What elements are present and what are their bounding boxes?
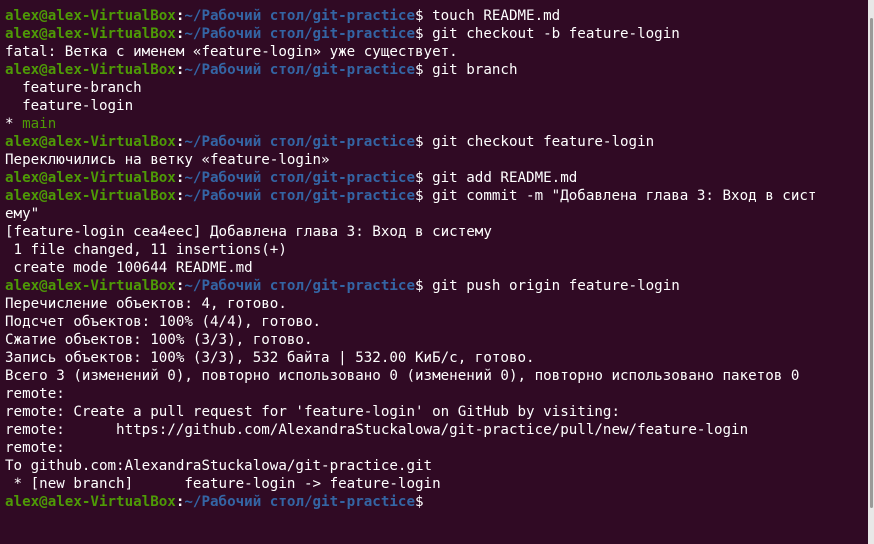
prompt-line: alex@alex-VirtualBox:~/Рабочий стол/git-…: [5, 187, 868, 205]
scrollbar-thumb[interactable]: [870, 18, 873, 508]
output-line: * [new branch] feature-login -> feature-…: [5, 476, 441, 492]
prompt-path: ~/Рабочий стол/git-practice: [184, 8, 416, 24]
output-line: Запись объектов: 100% (3/3), 532 байта |…: [5, 350, 535, 366]
command-text: git push origin feature-login: [423, 278, 680, 294]
command-text: git add README.md: [423, 170, 578, 186]
output-line: 1 file changed, 11 insertions(+): [5, 242, 287, 258]
prompt-symbol: $: [415, 170, 424, 186]
prompt-symbol: $: [415, 62, 424, 78]
prompt-symbol: $: [415, 188, 424, 204]
output-line: Переключились на ветку «feature-login»: [5, 152, 330, 168]
prompt-path: ~/Рабочий стол/git-practice: [184, 494, 416, 510]
output-line: remote:: [5, 440, 65, 456]
output-line: remote:: [5, 386, 65, 402]
output-line: remote: https://github.com/AlexandraStuc…: [5, 422, 749, 438]
prompt-user: alex@alex-VirtualBox: [5, 494, 176, 510]
prompt-line: alex@alex-VirtualBox:~/Рабочий стол/git-…: [5, 493, 868, 511]
current-branch-marker: *: [5, 116, 23, 132]
prompt-path: ~/Рабочий стол/git-practice: [184, 188, 416, 204]
output-line: create mode 100644 README.md: [5, 260, 253, 276]
command-text: git commit -m "Добавлена глава 3: Вход в…: [423, 188, 817, 204]
terminal-output: alex@alex-VirtualBox:~/Рабочий стол/git-…: [5, 7, 868, 511]
prompt-path: ~/Рабочий стол/git-practice: [184, 62, 416, 78]
prompt-user: alex@alex-VirtualBox: [5, 134, 176, 150]
prompt-path: ~/Рабочий стол/git-practice: [184, 278, 416, 294]
output-line: [feature-login cea4eec] Добавлена глава …: [5, 224, 492, 240]
output-line: feature-login: [5, 98, 134, 114]
prompt-symbol: $: [415, 26, 424, 42]
prompt-user: alex@alex-VirtualBox: [5, 170, 176, 186]
prompt-line: alex@alex-VirtualBox:~/Рабочий стол/git-…: [5, 61, 868, 79]
prompt-line: alex@alex-VirtualBox:~/Рабочий стол/git-…: [5, 169, 868, 187]
prompt-symbol: $: [415, 8, 424, 24]
prompt-line: alex@alex-VirtualBox:~/Рабочий стол/git-…: [5, 277, 868, 295]
output-line: feature-branch: [5, 80, 142, 96]
command-text: git branch: [423, 62, 518, 78]
prompt-path: ~/Рабочий стол/git-practice: [184, 170, 416, 186]
prompt-user: alex@alex-VirtualBox: [5, 188, 176, 204]
command-text: git checkout -b feature-login: [423, 26, 680, 42]
terminal-window[interactable]: alex@alex-VirtualBox:~/Рабочий стол/git-…: [0, 0, 868, 544]
output-line: Всего 3 (изменений 0), повторно использо…: [5, 368, 800, 384]
command-text: git checkout feature-login: [423, 134, 655, 150]
current-branch-line: * main: [5, 115, 868, 133]
output-line: ему": [5, 206, 40, 222]
output-line: Перечисление объектов: 4, готово.: [5, 296, 287, 312]
prompt-line: alex@alex-VirtualBox:~/Рабочий стол/git-…: [5, 25, 868, 43]
prompt-line: alex@alex-VirtualBox:~/Рабочий стол/git-…: [5, 133, 868, 151]
output-line: fatal: Ветка с именем «feature-login» уж…: [5, 44, 458, 60]
prompt-user: alex@alex-VirtualBox: [5, 62, 176, 78]
current-branch-name: main: [22, 116, 57, 132]
prompt-user: alex@alex-VirtualBox: [5, 26, 176, 42]
output-line: To github.com:AlexandraStuckalowa/git-pr…: [5, 458, 433, 474]
prompt-symbol: $: [415, 278, 424, 294]
output-line: Подсчет объектов: 100% (4/4), готово.: [5, 314, 322, 330]
prompt-path: ~/Рабочий стол/git-practice: [184, 134, 416, 150]
prompt-line: alex@alex-VirtualBox:~/Рабочий стол/git-…: [5, 7, 868, 25]
output-line: remote: Create a pull request for 'featu…: [5, 404, 620, 420]
prompt-user: alex@alex-VirtualBox: [5, 8, 176, 24]
prompt-user: alex@alex-VirtualBox: [5, 278, 176, 294]
prompt-symbol: $: [415, 494, 424, 510]
output-line: Сжатие объектов: 100% (3/3), готово.: [5, 332, 313, 348]
command-text: touch README.md: [423, 8, 561, 24]
prompt-symbol: $: [415, 134, 424, 150]
prompt-path: ~/Рабочий стол/git-practice: [184, 26, 416, 42]
